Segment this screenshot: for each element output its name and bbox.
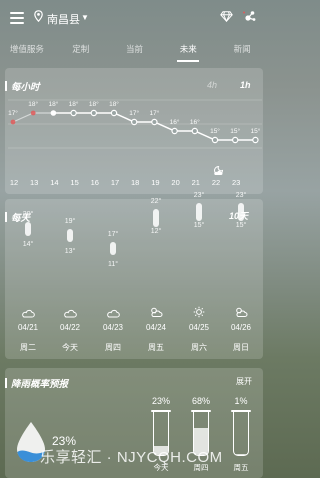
hourly-point (30, 110, 36, 116)
hourly-point (110, 109, 118, 117)
daily-date: 04/21 (17, 323, 39, 332)
hourly-point (130, 118, 138, 126)
hourly-temp-label: 18° (28, 101, 39, 108)
hourly-temp-label: 17° (149, 110, 160, 117)
daily-weekday: 周二 (20, 343, 36, 352)
rain-cup-percent: 68% (191, 396, 211, 406)
cloudy-icon (63, 305, 77, 323)
daily-temp-range-bar (110, 241, 116, 256)
hourly-point (50, 110, 57, 116)
rain-cup-day: 周五 (233, 463, 249, 472)
rain-cup-percent: 23% (151, 396, 171, 406)
hour-tick-label: 18 (131, 178, 140, 187)
daily-date: 04/26 (230, 323, 252, 332)
daily-temp-range-bar (67, 228, 73, 243)
hourly-point (10, 119, 16, 125)
hour-tick-label: 16 (90, 178, 99, 187)
expand-button[interactable]: 展开 (236, 376, 252, 387)
hourly-point (171, 127, 178, 135)
hourly-temp-label: 17° (129, 110, 140, 117)
hour-tick-label: 23 (232, 178, 241, 187)
hourly-temp-label: 16° (189, 119, 200, 126)
forecast-temperature-line (53, 112, 256, 141)
daily-weekday: 周五 (148, 343, 164, 352)
sunny-icon (193, 305, 205, 323)
hourly-temp-label: 18° (88, 101, 99, 108)
hour-tick-label: 19 (151, 178, 160, 187)
hour-tick-label: 17 (110, 178, 120, 187)
daily-high-temp: 23° (235, 191, 247, 199)
daily-low-temp: 11° (107, 260, 119, 268)
hour-tick-label: 21 (191, 178, 200, 187)
partly-cloudy-icon (234, 305, 248, 323)
hourly-temp-label: 18° (48, 101, 59, 108)
daily-high-temp: 19° (64, 217, 76, 225)
daily-date: 04/23 (102, 323, 124, 332)
hourly-temp-label: 15° (210, 128, 220, 135)
partly-cloudy-icon (149, 305, 163, 323)
daily-temp-range-bar (153, 209, 159, 227)
daily-high-temp: 17° (107, 230, 119, 238)
hourly-point (252, 136, 259, 144)
cloudy-icon (21, 305, 35, 323)
hour-tick-label: 13 (30, 178, 39, 187)
daily-low-temp: 13° (64, 247, 76, 255)
hourly-temp-label: 16° (169, 119, 180, 126)
daily-temp-range-bar (238, 202, 244, 221)
rain-cup-gauge (233, 412, 249, 456)
hourly-point (90, 109, 98, 117)
daily-weekday: 今天 (62, 343, 78, 352)
daily-high-temp: 22° (150, 198, 162, 205)
hour-tick-label: 14 (50, 178, 59, 187)
daily-low-temp: 12° (150, 228, 162, 235)
daily-low-temp: 14° (22, 241, 34, 248)
hourly-point (231, 136, 239, 144)
daily-date: 04/22 (59, 323, 81, 332)
rain-title: 降雨概率预报 (5, 376, 68, 390)
hour-tick-label: 22 (211, 178, 221, 187)
hourly-temp-label: 18° (68, 101, 79, 108)
hourly-point (70, 109, 77, 117)
daily-card (5, 199, 263, 359)
daily-low-temp: 15° (235, 221, 247, 229)
daily-temp-range-bar (196, 202, 202, 221)
hour-tick-label: 20 (171, 178, 180, 187)
daily-high-temp: 20° (22, 211, 34, 218)
daily-weekday: 周四 (105, 343, 121, 352)
daily-date: 04/25 (188, 323, 210, 332)
hourly-point (191, 127, 198, 135)
hourly-point (211, 136, 219, 144)
daily-high-temp: 23° (193, 191, 205, 199)
hour-tick-label: 15 (70, 178, 79, 187)
rain-cup-percent: 1% (234, 396, 248, 406)
daily-weekday: 周日 (233, 343, 249, 352)
hourly-temperature-chart (8, 99, 262, 149)
hourly-temp-label: 17° (8, 110, 18, 117)
daily-low-temp: 15° (193, 221, 205, 229)
watermark: 乐享轻汇 · NJYCQH.COM (40, 449, 223, 466)
hourly-temp-label: 15° (250, 128, 261, 135)
hourly-temp-label: 15° (230, 128, 241, 135)
rain-cup-fill (234, 454, 248, 455)
moon-cloud-icon (214, 165, 224, 175)
cloudy-icon (106, 305, 120, 323)
hourly-point (151, 118, 158, 126)
hourly-temp-label: 18° (109, 101, 119, 108)
daily-temp-range-bar (25, 222, 31, 236)
daily-date: 04/24 (145, 323, 167, 332)
hour-tick-label: 12 (9, 178, 19, 187)
daily-weekday: 周六 (191, 343, 207, 352)
